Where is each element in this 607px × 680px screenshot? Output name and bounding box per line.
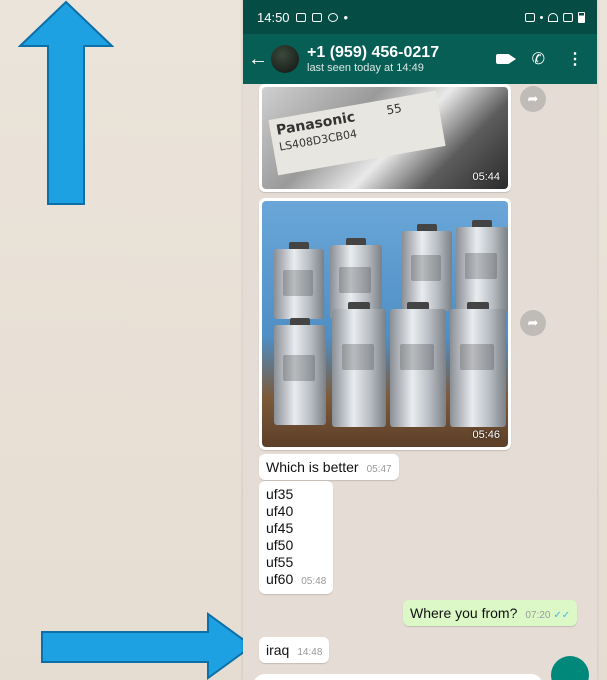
battery-icon — [578, 11, 585, 23]
image-message-capacitor-label[interactable]: Panasonic LS408D3CB04 55 05:44 — [259, 84, 511, 192]
notification-icon — [295, 12, 306, 22]
status-dot: • — [343, 9, 349, 25]
chat-app-icon — [327, 12, 338, 22]
forward-icon[interactable]: ➦ — [520, 310, 546, 336]
list-line: uf45 — [266, 520, 294, 536]
message-text: Which is better — [266, 459, 359, 475]
more-vert-icon[interactable]: ⋮ — [567, 49, 583, 69]
whatsapp-screenshot: 14:50 • ← +1 (959) 456-0217 last seen to… — [243, 0, 597, 680]
phone-icon[interactable]: ✆ — [532, 49, 545, 69]
list-line: uf55 — [266, 554, 294, 570]
message-input[interactable] — [253, 674, 543, 680]
mic-button[interactable] — [551, 656, 589, 680]
list-line: uf35 — [266, 486, 294, 502]
incoming-message[interactable]: iraq 14:48 — [259, 637, 330, 663]
wifi-icon — [548, 12, 558, 22]
video-call-icon[interactable] — [495, 54, 516, 64]
chat-area: Panasonic LS408D3CB04 55 05:44 ➦ 05:46 ➦… — [243, 84, 597, 680]
message-time: 05:48 — [301, 576, 327, 587]
capacitors-photo: 05:46 — [262, 201, 508, 447]
avatar[interactable] — [271, 45, 299, 73]
message-time: 05:47 — [366, 464, 392, 475]
bluetooth-icon — [540, 15, 543, 19]
message-time: 05:46 — [472, 429, 500, 441]
outgoing-message[interactable]: Where you from? 07:20 ✓✓ — [403, 600, 578, 626]
right-arrow-annotation — [41, 612, 254, 680]
contact-info[interactable]: +1 (959) 456-0217 last seen today at 14:… — [307, 44, 496, 74]
forward-icon[interactable]: ➦ — [520, 86, 546, 112]
label-number: 55 — [385, 100, 403, 118]
message-time: 14:48 — [297, 647, 323, 658]
message-icon — [311, 12, 322, 22]
list-line: uf40 — [266, 503, 294, 519]
contact-name: +1 (959) 456-0217 — [307, 44, 440, 62]
message-time: 07:20 — [525, 610, 551, 621]
alarm-icon — [525, 12, 535, 22]
incoming-message[interactable]: uf35 uf40 uf45 uf50 uf55 uf60 05:48 — [259, 481, 334, 594]
product-label-photo: Panasonic LS408D3CB04 55 — [268, 90, 446, 176]
signal-icon — [563, 12, 573, 22]
list-line: uf50 — [266, 537, 294, 553]
list-line: uf60 — [266, 571, 294, 587]
read-ticks-icon: ✓✓ — [553, 610, 571, 621]
up-arrow-annotation — [18, 0, 114, 205]
image-message-capacitors[interactable]: 05:46 — [259, 198, 511, 450]
status-bar: 14:50 • — [243, 0, 597, 34]
incoming-message[interactable]: Which is better 05:47 — [259, 454, 399, 480]
chat-header: ← +1 (959) 456-0217 last seen today at 1… — [243, 34, 597, 84]
message-time: 05:44 — [472, 171, 500, 183]
last-seen: last seen today at 14:49 — [307, 61, 424, 74]
back-arrow-icon[interactable]: ← — [245, 48, 271, 71]
message-text: iraq — [266, 642, 290, 658]
status-time: 14:50 — [257, 9, 290, 25]
message-text: Where you from? — [410, 605, 518, 621]
